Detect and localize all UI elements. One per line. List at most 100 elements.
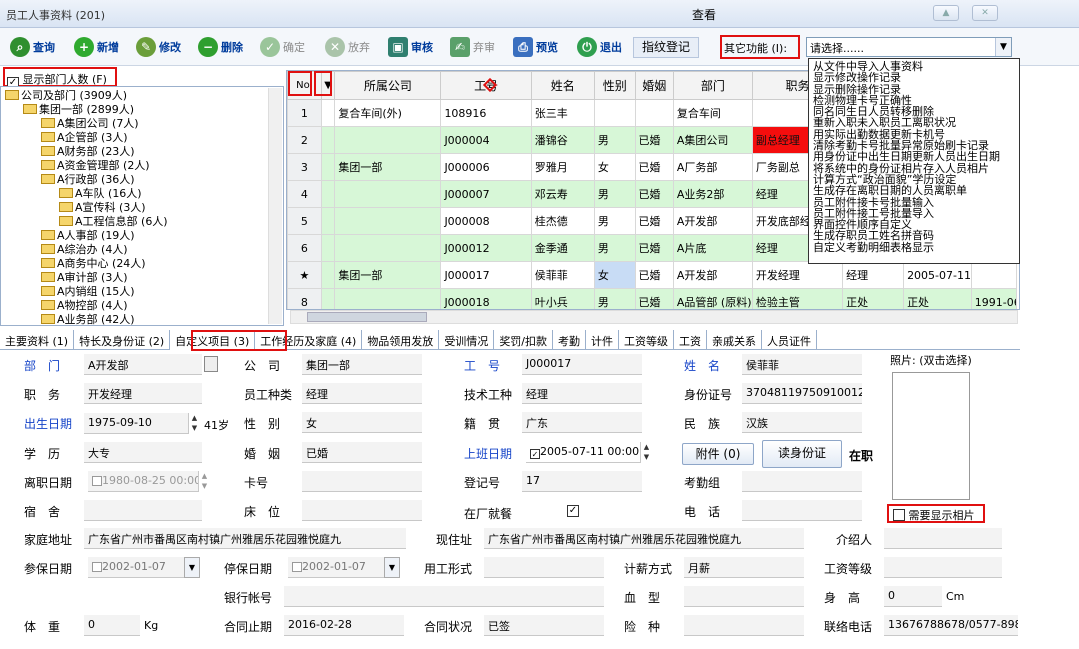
reg-field[interactable]: 17 <box>522 471 642 492</box>
delete-button[interactable]: − 删除 <box>198 36 243 58</box>
table-cell[interactable]: 已婚 <box>634 126 674 154</box>
tree-node[interactable]: A物控部 (4人) <box>41 299 128 313</box>
table-cell[interactable]: 已婚 <box>634 288 674 309</box>
table-cell[interactable]: A片底 <box>672 234 753 262</box>
stop-date-field[interactable]: 2002-01-07 <box>288 557 384 578</box>
card-field[interactable] <box>302 471 422 492</box>
height-field[interactable]: 0 <box>884 586 942 607</box>
table-cell[interactable] <box>320 207 336 235</box>
checkbox-checked-icon[interactable]: ✓ <box>530 449 540 459</box>
table-cell[interactable]: J000017 <box>440 261 532 289</box>
marry-field[interactable]: 已婚 <box>302 442 422 463</box>
dropdown-option[interactable]: 用身份证中出生日期更新人员出生日期 <box>813 151 1015 163</box>
name-field[interactable]: 侯菲菲 <box>742 354 862 375</box>
tel-field[interactable] <box>742 500 862 521</box>
dept-picker-icon[interactable] <box>204 356 218 372</box>
form-field[interactable] <box>484 557 604 578</box>
table-cell[interactable]: 已婚 <box>634 180 674 208</box>
intro-field[interactable] <box>884 528 1002 549</box>
photo-box[interactable] <box>892 372 970 500</box>
attachment-button[interactable]: 附件 (0) <box>682 443 754 465</box>
risk-field[interactable] <box>684 615 804 636</box>
table-cell[interactable]: 2 <box>287 126 322 154</box>
table-cell[interactable]: 桂杰德 <box>530 207 595 235</box>
tab[interactable]: 受训情况 <box>439 330 495 350</box>
table-cell[interactable]: 3 <box>287 153 322 181</box>
duty-field[interactable]: 开发经理 <box>84 383 202 404</box>
column-header[interactable]: 婚姻 <box>634 71 674 100</box>
birth-field[interactable]: 1975-09-10 <box>84 413 188 434</box>
table-cell[interactable]: ★ <box>287 261 322 289</box>
grid-horizontal-scrollbar[interactable] <box>290 310 1018 324</box>
table-cell[interactable]: 男 <box>593 234 636 262</box>
query-button[interactable]: ⌕ 查询 <box>10 36 55 58</box>
table-cell[interactable]: 金季通 <box>530 234 595 262</box>
table-cell[interactable] <box>334 126 442 154</box>
tree-node[interactable]: A资金管理部 (2人) <box>41 159 150 173</box>
table-cell[interactable]: 检验主管 <box>751 288 844 309</box>
table-cell[interactable]: A品管部 (原料) <box>672 288 753 309</box>
idno-field[interactable]: 370481197509100123 <box>742 383 862 404</box>
table-cell[interactable] <box>334 288 442 309</box>
table-cell[interactable]: J000004 <box>440 126 532 154</box>
unapprove-button[interactable]: ✍ 弃审 <box>450 36 495 58</box>
table-cell[interactable]: 正处 <box>903 288 972 309</box>
tree-node[interactable]: A人事部 (19人) <box>41 229 135 243</box>
tech-field[interactable]: 经理 <box>522 383 642 404</box>
tab[interactable]: 人员证件 <box>762 330 818 350</box>
table-cell[interactable]: J000012 <box>440 234 532 262</box>
table-cell[interactable]: 男 <box>593 180 636 208</box>
table-cell[interactable] <box>320 234 336 262</box>
dropdown-option[interactable]: 显示修改操作记录 <box>813 72 1015 84</box>
need-photo-toggle[interactable]: 需要显示相片 <box>887 504 985 523</box>
table-cell[interactable]: 已婚 <box>634 153 674 181</box>
table-cell[interactable]: 4 <box>287 180 322 208</box>
table-cell[interactable]: 男 <box>593 126 636 154</box>
table-cell[interactable] <box>634 99 674 127</box>
tree-node[interactable]: A集团公司 (7人) <box>41 117 139 131</box>
table-cell[interactable]: A集团公司 <box>672 126 753 154</box>
table-cell[interactable]: J000006 <box>440 153 532 181</box>
chevron-down-icon[interactable]: ▼ <box>384 557 400 578</box>
table-cell[interactable]: 已婚 <box>634 261 674 289</box>
abandon-button[interactable]: ✕ 放弃 <box>325 36 370 58</box>
table-cell[interactable]: 罗雅月 <box>530 153 595 181</box>
table-cell[interactable]: A开发部 <box>672 207 753 235</box>
tree-node[interactable]: A工程信息部 (6人) <box>59 215 168 229</box>
show-dept-count-toggle[interactable]: ✓ 显示部门人数 (F) <box>3 67 117 89</box>
table-cell[interactable]: J000007 <box>440 180 532 208</box>
calc-field[interactable]: 月薪 <box>684 557 804 578</box>
table-cell[interactable]: 叶小兵 <box>530 288 595 309</box>
birth-spinner-icon[interactable]: ▲ ▼ <box>188 413 200 434</box>
table-cell[interactable]: A厂务部 <box>672 153 753 181</box>
table-cell[interactable]: 108916 <box>440 99 532 127</box>
company-field[interactable]: 集团一部 <box>302 354 422 375</box>
table-cell[interactable] <box>334 180 442 208</box>
tab[interactable]: 物品领用发放 <box>362 330 440 350</box>
table-cell[interactable] <box>970 261 1018 289</box>
work-date-spinner-icon[interactable]: ▲ ▼ <box>640 442 652 463</box>
table-cell[interactable]: 男 <box>593 207 636 235</box>
blood-field[interactable] <box>684 586 804 607</box>
dorm-field[interactable] <box>84 500 202 521</box>
table-cell[interactable] <box>320 288 336 309</box>
table-cell[interactable]: 8 <box>287 288 322 309</box>
checkbox-icon[interactable] <box>893 509 905 521</box>
edit-button[interactable]: ✎ 修改 <box>136 36 181 58</box>
tab[interactable]: 特长及身份证 (2) <box>74 330 171 350</box>
weight-field[interactable]: 0 <box>84 615 140 636</box>
tree-node[interactable]: A企管部 (3人) <box>41 131 128 145</box>
table-cell[interactable]: J000008 <box>440 207 532 235</box>
contract-field[interactable]: 2016-02-28 <box>284 615 404 636</box>
checkbox-icon[interactable] <box>92 476 102 486</box>
meal-checkbox[interactable]: ✓ <box>567 505 579 517</box>
tree-node[interactable]: A宣传科 (3人) <box>59 201 146 215</box>
table-cell[interactable]: 正处 <box>842 288 905 309</box>
table-row[interactable]: 8J000018叶小兵男已婚A品管部 (原料)检验主管正处正处1991-06-0… <box>287 288 1018 309</box>
tree-node[interactable]: A审计部 (3人) <box>41 271 128 285</box>
dropdown-option[interactable]: 生成存在离职日期的人员离职单 <box>813 185 1015 197</box>
preview-button[interactable]: ⎙ 预览 <box>513 36 558 58</box>
table-cell[interactable]: J000018 <box>440 288 532 309</box>
table-cell[interactable]: 邓云寿 <box>530 180 595 208</box>
chevron-down-icon[interactable]: ▼ <box>184 557 200 578</box>
